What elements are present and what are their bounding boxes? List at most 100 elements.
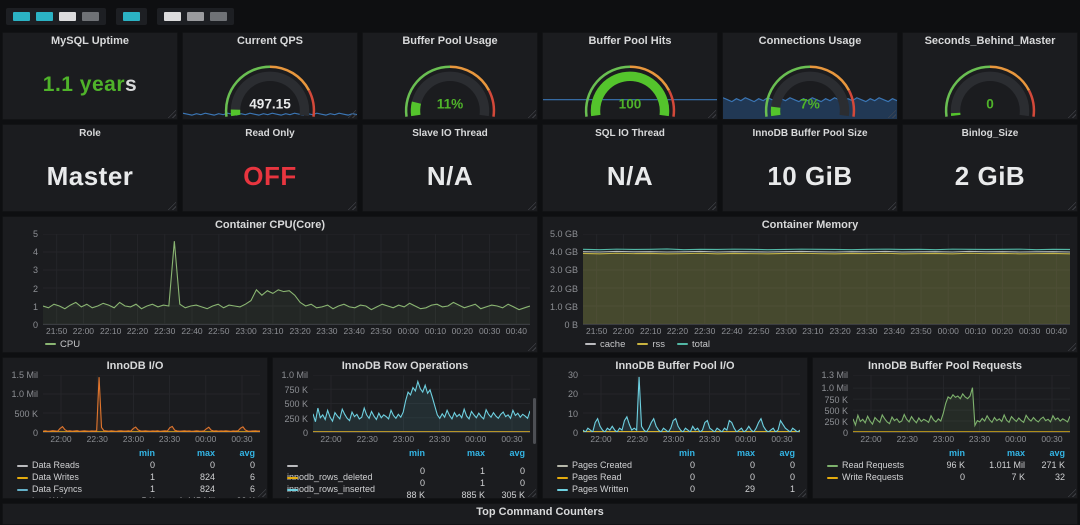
panel-title[interactable]: InnoDB Buffer Pool I/O [543, 358, 807, 375]
panel-title[interactable]: MySQL Uptime [3, 33, 177, 50]
legend-series[interactable]: Write Requests 0 7 K 32 [827, 471, 1065, 483]
scrollbar[interactable] [533, 398, 536, 444]
variable-chip[interactable] [36, 11, 53, 21]
small-chart-row: InnoDB I/O 0 500 K 1.0 Mil 1.5 Mil 22:00 22:3… [2, 357, 1078, 499]
innodb-buffer-pool-requests-chart[interactable]: 0 250 K 500 K 750 K 1.0 Mil 1.3 Mil 22:00 22:30… [813, 370, 1077, 498]
variable-chip[interactable] [82, 11, 99, 21]
variable-chip[interactable] [13, 11, 30, 21]
panel-top-command-counters: Top Command Counters [2, 503, 1078, 525]
legend-series[interactable]: innodb_rows_deleted 0 1 0 [287, 459, 525, 482]
panel-buffer-pool-hits: Buffer Pool Hits 100 [542, 32, 718, 120]
panel-mysql-uptime: MySQL Uptime 1.1 year s [2, 32, 178, 120]
buffer-pool-hits-gauge: 100 [543, 50, 717, 119]
legend-series[interactable]: Pages Read 0 0 0 [557, 471, 795, 483]
svg-text:497.15: 497.15 [249, 97, 291, 112]
legend-series[interactable]: CPU [45, 339, 80, 350]
panel-title[interactable]: Binlog_Size [903, 125, 1077, 142]
bottom-row: Top Command Counters [2, 503, 1078, 525]
y-axis: 012345 [32, 229, 38, 330]
stat-value: 2 GiB [954, 161, 1026, 191]
svg-text:11%: 11% [437, 97, 463, 112]
panel-container-cpu: Container CPU(Core) 0 1 2 3 4 5 21:50 22:00 22:1… [2, 216, 538, 353]
gauge-row: MySQL Uptime 1.1 year s Current QPS 497.1… [2, 32, 1078, 120]
plot-area[interactable] [583, 375, 800, 433]
variable-chip[interactable] [187, 11, 204, 21]
panel-title[interactable]: Current QPS [183, 33, 357, 50]
panel-title[interactable]: Slave IO Thread [363, 125, 537, 142]
legend-series[interactable]: Data Writes 1 824 6 [17, 471, 255, 483]
panel-title[interactable]: InnoDB Row Operations [273, 358, 537, 375]
plot-area[interactable] [43, 234, 530, 325]
svg-text:100: 100 [619, 97, 642, 112]
plot-area[interactable] [313, 375, 530, 433]
legend-series[interactable]: Pages Created 0 0 0 [557, 459, 795, 471]
panel-title[interactable]: SQL IO Thread [543, 125, 717, 142]
panel-slave-io-thread: Slave IO Thread N/A [362, 124, 538, 212]
legend-table: min max avg Pages Created 0 0 0 Pages Read 0 0 0 Pa… [543, 445, 807, 498]
panel-innodb-buffer-pool-requests: InnoDB Buffer Pool Requests 0 250 K 500 K7… [812, 357, 1078, 499]
legend: CPU [3, 337, 537, 352]
innodb-io-chart[interactable]: 0 500 K 1.0 Mil 1.5 Mil 22:00 22:30 23:00 23:30… [3, 370, 267, 498]
container-cpu-chart[interactable]: 0 1 2 3 4 5 21:50 22:00 22:10 22:20 22:30 22:40 22:5… [3, 229, 537, 352]
legend-series[interactable]: Data Reads 0 0 0 [17, 459, 255, 471]
legend-series[interactable]: Data Fsyncs 1 824 6 [17, 483, 255, 495]
panel-title[interactable]: InnoDB Buffer Pool Requests [813, 358, 1077, 375]
legend-header: min max avg [138, 448, 255, 458]
variable-chip[interactable] [164, 11, 181, 21]
uptime-suffix: s [125, 72, 138, 96]
variable-chip[interactable] [59, 11, 76, 21]
panel-title[interactable]: Container CPU(Core) [3, 217, 537, 234]
variable-selector-group[interactable] [157, 7, 234, 25]
panel-title[interactable]: Buffer Pool Usage [363, 33, 537, 50]
panel-role: Role Master [2, 124, 178, 212]
variable-selector-group[interactable] [116, 7, 147, 25]
innodb-row-operations-chart[interactable]: 0 250 K 500 K 750 K 1.0 Mil 22:00 22:30 23:00 23… [273, 370, 537, 498]
stat-value: Master [46, 161, 134, 191]
panel-innodb-row-operations: InnoDB Row Operations 0 250 K 500 K 750 K 1.… [272, 357, 538, 499]
panel-innodb-buffer-pool-size: InnoDB Buffer Pool Size 10 GiB [722, 124, 898, 212]
stat-value: 10 GiB [767, 161, 853, 191]
panel-innodb-io: InnoDB I/O 0 500 K 1.0 Mil 1.5 Mil 22:00 22:3… [2, 357, 268, 499]
legend-series[interactable]: Pages Written 0 29 1 [557, 483, 795, 495]
panel-title[interactable]: Read Only [183, 125, 357, 142]
panel-title[interactable]: Buffer Pool Hits [543, 33, 717, 50]
panel-innodb-buffer-pool-io: InnoDB Buffer Pool I/O 0 10 20 30 22:00 22:30… [542, 357, 808, 499]
panel-title[interactable]: Connections Usage [723, 33, 897, 50]
x-axis: 21:50 22:00 22:10 22:20 22:30 22:40 22:50 23:00… [45, 326, 527, 336]
legend-series[interactable]: cache [585, 339, 625, 350]
plot-area[interactable] [583, 234, 1070, 325]
dashboard-grid: MySQL Uptime 1.1 year s Current QPS 497.1… [0, 30, 1080, 525]
variable-chip[interactable] [210, 11, 227, 21]
y-axis: 0 10 20 30 [567, 370, 578, 438]
legend-header: min max avg [408, 448, 525, 458]
legend-series[interactable]: rss [637, 339, 665, 350]
panel-seconds-behind-master: Seconds_Behind_Master 0 [902, 32, 1078, 120]
legend-series[interactable]: Log Writes5 K1.445 Mil33 K [17, 495, 255, 498]
panel-title[interactable]: Seconds_Behind_Master [903, 33, 1077, 50]
innodb-buffer-pool-io-chart[interactable]: 0 10 20 30 22:00 22:30 23:00 23:30 00:00 00:30 min… [543, 370, 807, 498]
container-memory-chart[interactable]: 0 B 1.0 GB 2.0 GB 3.0 GB 4.0 GB 5.0 GB 21:50 22… [543, 229, 1077, 352]
variable-chip[interactable] [123, 11, 140, 21]
plot-area[interactable] [43, 375, 260, 433]
panel-binlog-size: Binlog_Size 2 GiB [902, 124, 1078, 212]
legend-series[interactable]: total [677, 339, 710, 350]
panel-buffer-pool-usage: Buffer Pool Usage 11% [362, 32, 538, 120]
legend-table: min max avg Read Requests 96 K 1.011 Mil 271 K… [813, 445, 1077, 498]
panel-title[interactable]: Role [3, 125, 177, 142]
panel-title[interactable]: InnoDB Buffer Pool Size [723, 125, 897, 142]
qps-gauge: 497.15 [183, 50, 357, 119]
panel-title[interactable]: Top Command Counters [3, 504, 1077, 521]
uptime-number: 1.1 year [42, 72, 126, 96]
plot-area[interactable] [853, 375, 1070, 433]
stat-value: N/A [606, 161, 654, 191]
panel-title[interactable]: InnoDB I/O [3, 358, 267, 375]
x-axis: 22:00 22:30 23:00 23:30 00:00 00:30 [320, 434, 523, 444]
panel-title[interactable]: Container Memory [543, 217, 1077, 234]
y-axis: 0 250 K 500 K 750 K 1.0 Mil 1.3 Mil [821, 370, 848, 438]
legend-series[interactable]: Read Requests 96 K 1.011 Mil 271 K [827, 459, 1065, 471]
stat-value: N/A [426, 161, 474, 191]
variable-selector-group[interactable] [6, 7, 106, 25]
x-axis: 22:00 22:30 23:00 23:30 00:00 00:30 [860, 434, 1063, 444]
panel-sql-io-thread: SQL IO Thread N/A [542, 124, 718, 212]
legend-table: min max avg Data Reads 0 0 0 Data Writes 1 824 6 Da… [3, 445, 267, 498]
